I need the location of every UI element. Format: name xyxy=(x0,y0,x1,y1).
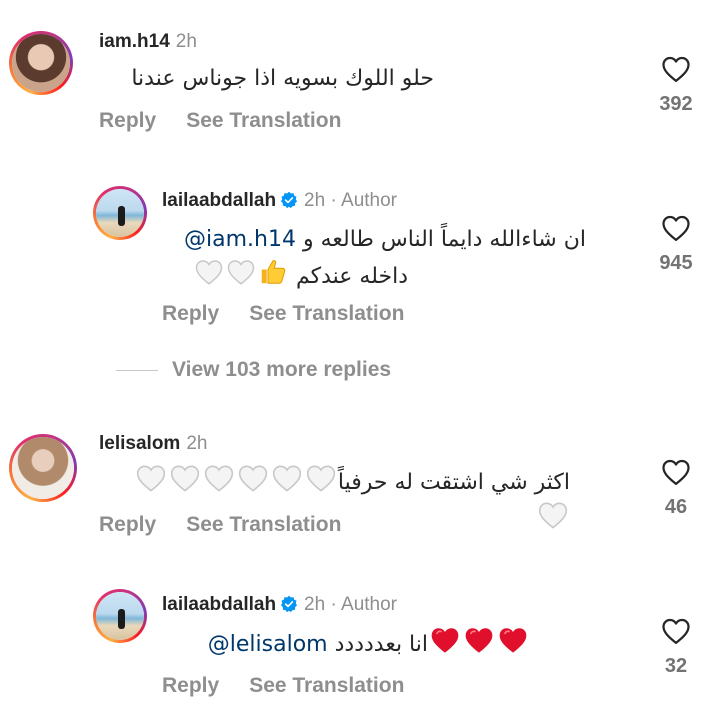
view-more-label: View 103 more replies xyxy=(172,358,392,381)
white-heart-emoji xyxy=(194,257,224,287)
like-count: 392 xyxy=(659,93,693,115)
timestamp: 2h xyxy=(304,594,326,615)
reply-text-part: ان شاءالله دايماً الناس طالعه و xyxy=(302,227,586,252)
timestamp: 2h xyxy=(304,190,326,211)
avatar[interactable] xyxy=(93,589,147,643)
see-translation-button[interactable]: See Translation xyxy=(249,674,404,697)
like-section: 32 xyxy=(646,617,706,678)
avatar[interactable] xyxy=(93,186,147,240)
white-heart-emoji xyxy=(237,463,269,493)
like-section: 392 xyxy=(646,55,706,116)
reply-text-line1: ان شاءالله دايماً الناس طالعه و @iam.h14 xyxy=(150,223,586,257)
comment-text-part: اكثر شي اشتقت له حرفياً xyxy=(337,470,570,495)
reply-header: lailaabdallah 2h · Author xyxy=(162,594,397,616)
thumbs-up-emoji xyxy=(258,257,288,287)
heart-outline-icon[interactable] xyxy=(661,458,691,486)
comment-actions: Reply See Translation xyxy=(99,513,371,537)
avatar-photo xyxy=(96,592,144,640)
reply-text-part: انا بعددددد xyxy=(334,632,428,657)
reply-actions: Reply See Translation xyxy=(162,674,434,698)
comment-text: حلو اللوك بسويه اذا جوناس عندنا xyxy=(131,66,434,91)
mention-link[interactable]: @iam.h14 xyxy=(184,227,296,252)
reply-text: ان شاءالله دايماً الناس طالعه و @iam.h14… xyxy=(150,223,586,294)
white-heart-emoji xyxy=(169,463,201,493)
comment-header: lelisalom 2h xyxy=(99,433,207,455)
heart-outline-icon[interactable] xyxy=(661,214,691,242)
heart-outline-icon[interactable] xyxy=(661,617,691,645)
author-label: · Author xyxy=(330,190,398,211)
red-heart-emoji xyxy=(497,625,529,655)
heart-outline-icon[interactable] xyxy=(661,55,691,83)
reply-text-part: داخله عندكم xyxy=(295,264,408,289)
see-translation-button[interactable]: See Translation xyxy=(186,109,341,132)
like-section: 46 xyxy=(646,458,706,519)
like-section: 945 xyxy=(646,214,706,275)
username[interactable]: lailaabdallah xyxy=(162,190,276,211)
white-heart-emoji xyxy=(305,463,337,493)
reply-button[interactable]: Reply xyxy=(162,302,219,325)
reply-button[interactable]: Reply xyxy=(99,513,156,536)
mention-link[interactable]: @lelisalom xyxy=(208,632,328,657)
reply-header: lailaabdallah 2h · Author xyxy=(162,190,397,212)
avatar-photo xyxy=(12,437,74,499)
white-heart-emoji xyxy=(135,463,167,493)
red-heart-emoji xyxy=(463,625,495,655)
comment-lelisalom: lelisalom 2h اكثر شي اشتقت له حرفياً Repl… xyxy=(0,420,728,560)
white-heart-emoji xyxy=(203,463,235,493)
reply-lailaabdallah-2: lailaabdallah 2h · Author انا بعددددد @le… xyxy=(0,560,728,713)
username[interactable]: lailaabdallah xyxy=(162,594,276,615)
like-count: 32 xyxy=(664,655,688,677)
reply-button[interactable]: Reply xyxy=(162,674,219,697)
comment-header: iam.h14 2h xyxy=(99,31,197,53)
reply-actions: Reply See Translation xyxy=(162,302,434,326)
white-heart-emoji xyxy=(537,500,569,530)
comment-iam-h14: iam.h14 2h حلو اللوك بسويه اذا جوناس عندن… xyxy=(0,0,728,150)
verified-badge-icon xyxy=(280,595,298,613)
white-heart-emoji xyxy=(271,463,303,493)
timestamp: 2h xyxy=(186,433,208,454)
see-translation-button[interactable]: See Translation xyxy=(249,302,404,325)
comment-actions: Reply See Translation xyxy=(99,109,371,133)
reply-lailaabdallah-1: lailaabdallah 2h · Author ان شاءالله دايم… xyxy=(0,150,728,340)
reply-button[interactable]: Reply xyxy=(99,109,156,132)
avatar[interactable] xyxy=(9,434,77,502)
red-heart-emoji xyxy=(429,625,461,655)
see-translation-button[interactable]: See Translation xyxy=(186,513,341,536)
username[interactable]: lelisalom xyxy=(99,433,180,454)
timestamp: 2h xyxy=(175,31,197,52)
divider-line xyxy=(116,369,158,371)
avatar-photo xyxy=(12,34,70,92)
view-more-replies-button[interactable]: View 103 more replies xyxy=(116,358,391,382)
reply-text: انا بعددددد @lelisalom xyxy=(150,625,530,662)
verified-badge-icon xyxy=(280,191,298,209)
like-count: 46 xyxy=(664,496,688,518)
avatar-photo xyxy=(96,189,144,237)
reply-text-line2: داخله عندكم xyxy=(150,257,408,294)
author-label: · Author xyxy=(330,594,398,615)
like-count: 945 xyxy=(659,252,693,274)
avatar[interactable] xyxy=(9,31,73,95)
username[interactable]: iam.h14 xyxy=(99,31,170,52)
white-heart-emoji xyxy=(226,257,256,287)
